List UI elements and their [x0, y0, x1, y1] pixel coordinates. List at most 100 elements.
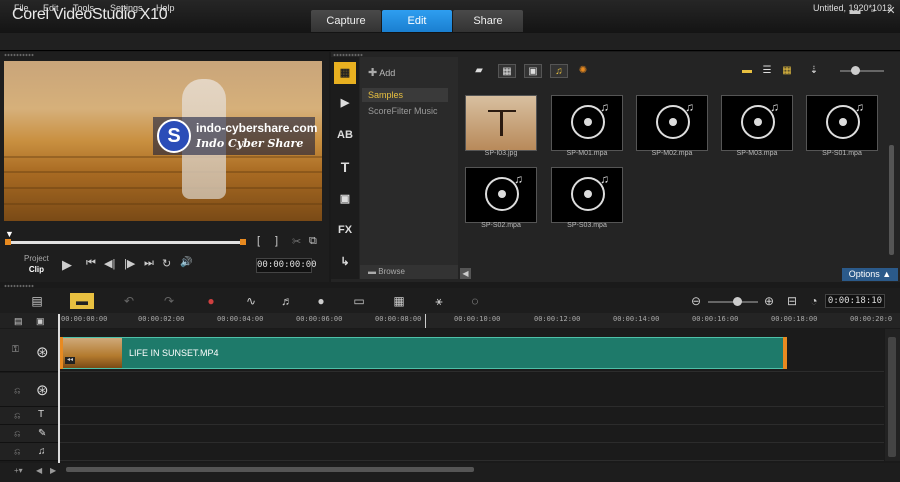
fit-project-icon[interactable]: ⊟ [781, 293, 803, 309]
timeline-ruler[interactable]: 00:00:00:00 00:00:02:00 00:00:04:00 00:0… [58, 313, 900, 328]
zoom-handle[interactable] [733, 297, 742, 306]
project-duration-icon[interactable]: ◔ [803, 293, 825, 309]
subtitle-editor-icon[interactable]: ▭ [348, 293, 370, 309]
track-manager-icon[interactable]: ▤ [14, 316, 23, 327]
library-item-audio[interactable]: ♫ [551, 95, 623, 151]
chapter-icon[interactable]: ▣ [36, 316, 45, 327]
folder-samples[interactable]: Samples [362, 88, 448, 102]
path-icon[interactable]: ↳ [334, 251, 356, 273]
add-track-icon[interactable]: +▾ [14, 466, 23, 475]
timeline-timecode[interactable]: 0:00:18:10 [825, 294, 885, 308]
library-item-audio[interactable]: ♫ [551, 167, 623, 223]
trim-in-handle[interactable] [5, 239, 11, 245]
show-audio-icon[interactable]: ♫ [550, 64, 568, 78]
scrubber-bar[interactable] [8, 241, 244, 244]
lock-icon[interactable]: ⚿ [12, 344, 19, 355]
library-item-audio[interactable]: ♫ [721, 95, 793, 151]
mute-icon[interactable]: ⎌ [14, 411, 20, 421]
voice-track[interactable] [58, 425, 884, 443]
storyboard-view-icon[interactable]: ▤ [26, 293, 48, 309]
title-icon[interactable]: T [334, 156, 356, 178]
browse-button[interactable]: ▬ Browse [368, 267, 405, 276]
sound-mixer-icon[interactable]: ∿ [240, 293, 262, 309]
menu-settings[interactable]: Settings [110, 3, 143, 13]
zoom-out-icon[interactable]: ⊖ [685, 293, 707, 309]
library-item-image[interactable] [465, 95, 537, 151]
title-track-icon[interactable]: T [38, 409, 44, 420]
panel-grip[interactable] [4, 53, 34, 57]
music-track[interactable] [58, 443, 884, 461]
overlay-track[interactable] [58, 373, 884, 407]
overlay-track-icon[interactable]: ⊛ [36, 381, 49, 399]
title-track[interactable] [58, 407, 884, 425]
tab-edit[interactable]: Edit [382, 10, 452, 32]
sort-icon[interactable]: ✺ [574, 64, 592, 78]
options-button[interactable]: Options ▲ [842, 268, 898, 281]
show-videos-icon[interactable]: ▦ [498, 64, 516, 78]
tab-share[interactable]: Share [453, 10, 523, 32]
scroll-right-icon[interactable]: ▶ [50, 466, 56, 475]
menu-tools[interactable]: Tools [73, 3, 94, 13]
music-track-icon[interactable]: ♫ [38, 446, 46, 457]
instant-project-icon[interactable]: ▶ [334, 92, 356, 114]
split-clip-icon[interactable]: ✂ [292, 235, 301, 248]
library-item-audio[interactable]: ♫ [465, 167, 537, 223]
clip-label[interactable]: Clip [24, 264, 49, 275]
collapse-left-icon[interactable]: ◀ [460, 268, 471, 279]
undo-icon[interactable]: ↶ [118, 293, 140, 309]
import-folder-icon[interactable]: ▰ [470, 64, 488, 78]
auto-music-icon[interactable]: ♬ [276, 293, 298, 309]
timeline-hscroll[interactable] [66, 467, 474, 472]
scroll-left-icon[interactable]: ◀ [36, 466, 42, 475]
time-remapping-icon[interactable]: ⚹ [428, 293, 450, 309]
record-capture-icon[interactable]: ● [200, 293, 222, 309]
menu-help[interactable]: Help [156, 3, 175, 13]
motion-tracking-icon[interactable]: ● [310, 293, 332, 309]
tab-capture[interactable]: Capture [311, 10, 381, 32]
mute-icon[interactable]: ⎌ [14, 447, 20, 457]
sort-by-icon[interactable]: ⇣ [805, 64, 823, 78]
clip-start-handle[interactable] [60, 337, 63, 369]
mark-in-button[interactable]: [ [257, 235, 260, 247]
project-clip-toggle[interactable]: Project Clip [24, 253, 49, 275]
clip-end-handle[interactable] [783, 337, 787, 369]
graphic-icon[interactable]: ▣ [334, 188, 356, 210]
play-icon[interactable]: ▶ [62, 257, 72, 273]
mark-out-button[interactable]: ] [275, 235, 278, 247]
library-item-audio[interactable]: ♫ [636, 95, 708, 151]
previous-frame-icon[interactable]: ◀| [104, 257, 115, 270]
video-track-icon[interactable]: ⊛ [36, 343, 49, 361]
trim-out-handle[interactable] [240, 239, 246, 245]
menu-file[interactable]: File [14, 3, 29, 13]
redo-icon[interactable]: ↷ [158, 293, 180, 309]
menu-edit[interactable]: Edit [43, 3, 59, 13]
mask-creator-icon[interactable]: ◌ [464, 293, 486, 309]
timeline-playhead[interactable] [58, 314, 60, 464]
transition-icon[interactable]: AB [334, 124, 356, 146]
filter-icon[interactable]: FX [334, 219, 356, 241]
repeat-icon[interactable]: ↻ [162, 257, 171, 270]
show-photos-icon[interactable]: ▣ [524, 64, 542, 78]
project-label[interactable]: Project [24, 253, 49, 264]
detail-view-icon[interactable]: ☰ [758, 64, 776, 78]
end-icon[interactable]: ⏭ [144, 257, 154, 270]
list-view-icon[interactable]: ▬ [738, 64, 756, 78]
home-icon[interactable]: ⏮ [86, 257, 96, 270]
mute-icon[interactable]: ⎌ [14, 429, 20, 439]
library-scrollbar[interactable] [889, 145, 894, 255]
player-timecode[interactable]: 00:00:00:00 [256, 258, 317, 273]
thumb-size-slider[interactable] [840, 70, 884, 72]
library-item-audio[interactable]: ♫ [806, 95, 878, 151]
timeline-vscroll-thumb[interactable] [888, 337, 896, 457]
next-frame-icon[interactable]: |▶ [124, 257, 135, 270]
multi-camera-icon[interactable]: ▦ [388, 293, 410, 309]
media-icon[interactable]: ▦ [334, 62, 356, 84]
enlarge-preview-icon[interactable]: ⧉ [309, 235, 317, 248]
volume-icon[interactable]: 🔊 [180, 257, 192, 268]
scrub-start-marker[interactable]: ▼ [5, 229, 14, 239]
thumb-size-handle[interactable] [851, 66, 860, 75]
timeline-view-icon[interactable]: ▬ [70, 293, 94, 309]
folder-scorefilter-music[interactable]: ScoreFilter Music [368, 106, 438, 116]
add-folder-button[interactable]: ✚ Add [368, 66, 395, 79]
voice-track-icon[interactable]: ✎ [38, 428, 46, 439]
